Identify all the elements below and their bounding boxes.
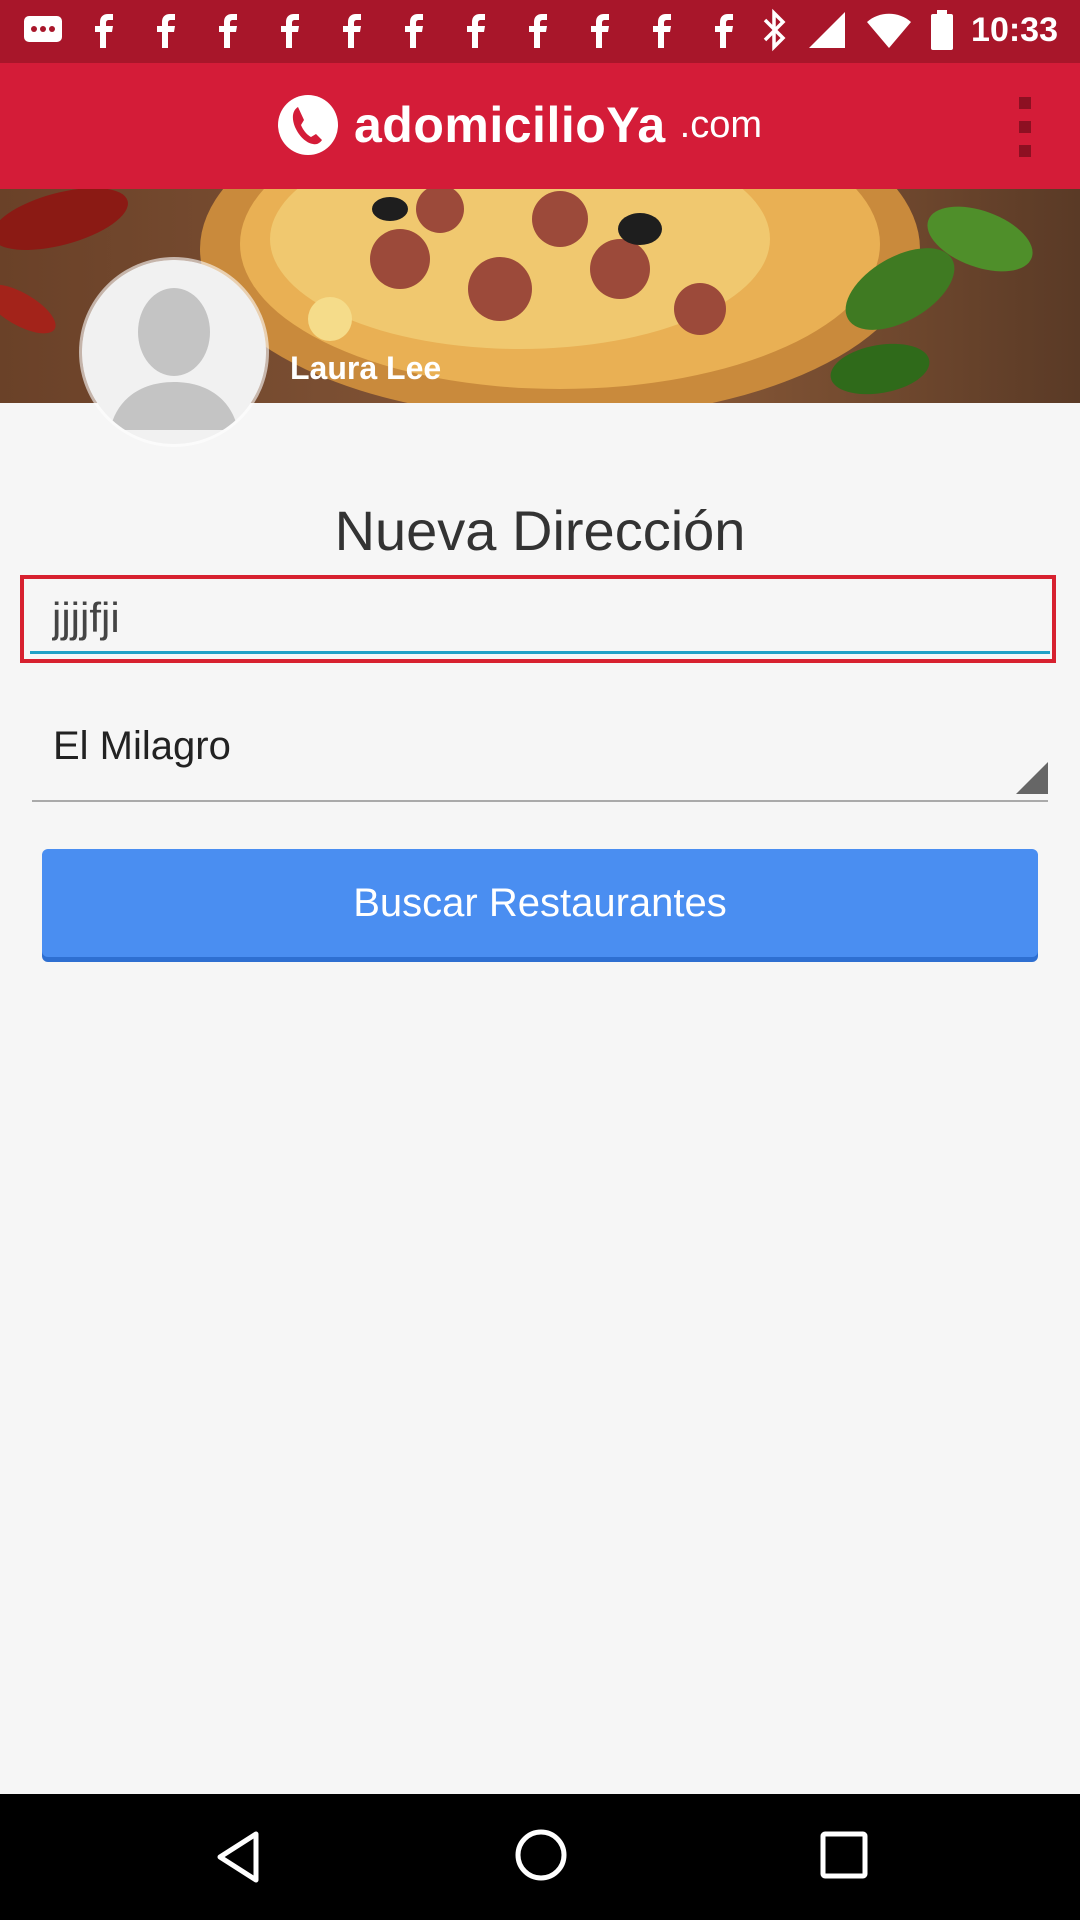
navigation-bar	[0, 1794, 1080, 1920]
facebook-icon	[715, 14, 733, 48]
logo-text: adomicilioYa	[354, 97, 666, 153]
recent-apps-icon[interactable]	[819, 1830, 869, 1880]
phone-logo-icon	[278, 95, 338, 155]
notification-icons	[22, 12, 746, 50]
bluetooth-icon	[763, 8, 786, 52]
logo: adomicilioYa .com	[276, 93, 762, 157]
city-select-value: El Milagro	[53, 724, 231, 768]
facebook-icon	[529, 14, 547, 48]
menu-dot	[1019, 145, 1031, 157]
battery-icon	[931, 10, 954, 50]
home-icon[interactable]	[514, 1828, 568, 1882]
city-select[interactable]: El Milagro	[32, 712, 1048, 802]
system-icons: 10:33	[759, 8, 1058, 52]
facebook-icon	[157, 14, 175, 48]
facebook-icon	[591, 14, 609, 48]
facebook-icon	[467, 14, 485, 48]
facebook-icon	[405, 14, 423, 48]
status-time: 10:33	[971, 10, 1058, 49]
back-icon[interactable]	[210, 1828, 268, 1886]
message-icon	[24, 16, 62, 42]
search-restaurants-button[interactable]: Buscar Restaurantes	[42, 849, 1038, 957]
facebook-icon	[219, 14, 237, 48]
facebook-icon	[653, 14, 671, 48]
user-silhouette-icon	[82, 260, 266, 444]
app-bar: adomicilioYa .com	[0, 63, 1080, 189]
wifi-icon	[867, 13, 912, 48]
facebook-icon	[281, 14, 299, 48]
signal-icon	[809, 12, 846, 48]
facebook-icon	[343, 14, 361, 48]
status-bar: 10:33	[0, 0, 1080, 63]
address-input[interactable]	[30, 584, 1050, 654]
page-title: Nueva Dirección	[334, 499, 746, 562]
menu-dot	[1019, 121, 1031, 133]
logo-tld: .com	[679, 103, 763, 146]
avatar[interactable]	[82, 260, 266, 444]
menu-dot	[1019, 97, 1031, 109]
user-name: Laura Lee	[290, 350, 442, 386]
dropdown-triangle-icon	[1016, 762, 1048, 794]
facebook-icon	[95, 14, 113, 48]
more-vert-icon[interactable]	[1010, 97, 1040, 157]
